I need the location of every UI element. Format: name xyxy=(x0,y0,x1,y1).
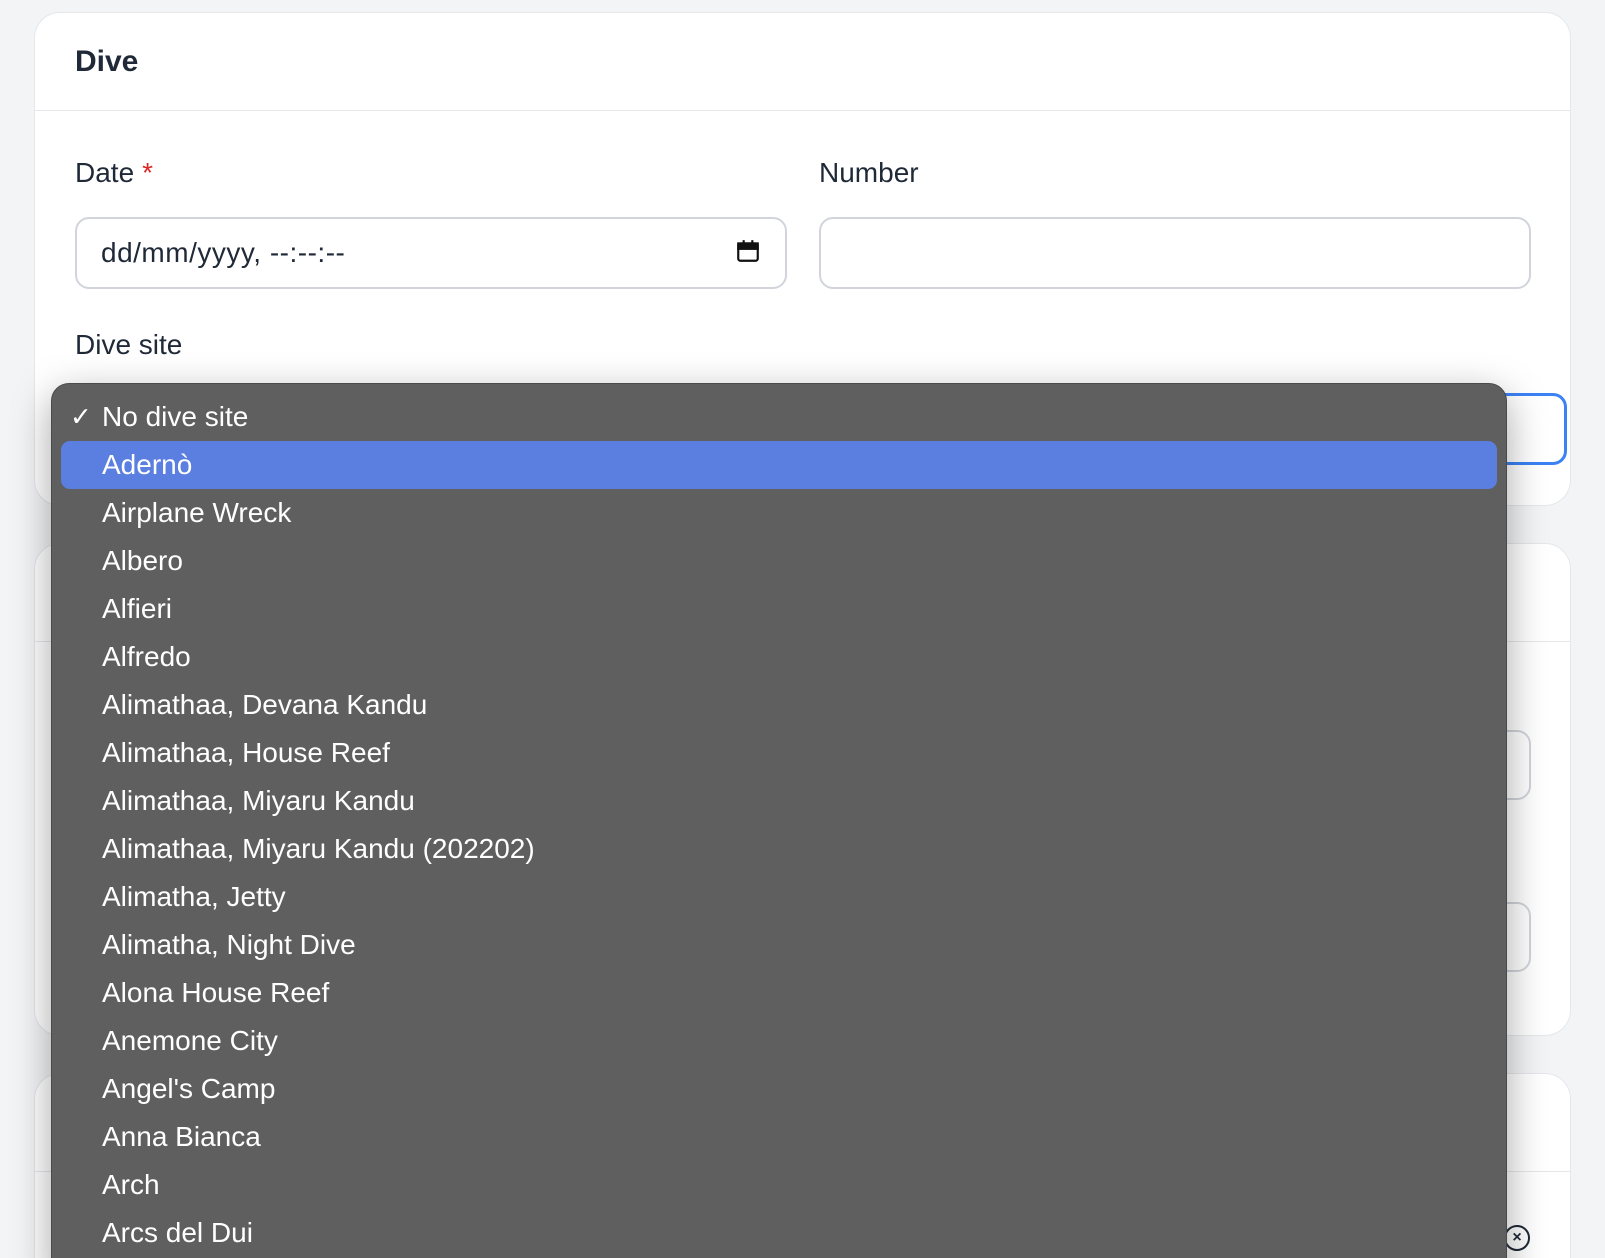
dropdown-option[interactable]: Alimatha, Jetty xyxy=(61,873,1497,921)
dropdown-option-label: Alimatha, Night Dive xyxy=(102,929,356,960)
dropdown-option[interactable]: Alimathaa, Devana Kandu xyxy=(61,681,1497,729)
dropdown-option-label: Alfieri xyxy=(102,593,173,624)
dropdown-option-label: Albero xyxy=(102,545,183,576)
dropdown-option-label: Anna Bianca xyxy=(102,1121,261,1152)
dropdown-option[interactable]: Anemone City xyxy=(61,1017,1497,1065)
dropdown-option[interactable]: Airplane Wreck xyxy=(61,489,1497,537)
dropdown-option[interactable]: Arch xyxy=(61,1161,1497,1209)
calendar-icon[interactable] xyxy=(735,238,761,269)
dropdown-option-label: Alimathaa, Devana Kandu xyxy=(102,689,428,720)
dropdown-option[interactable]: Arcs del Dui xyxy=(61,1209,1497,1257)
dropdown-option[interactable]: Alfieri xyxy=(61,585,1497,633)
dropdown-option[interactable]: Alimathaa, Miyaru Kandu (202202) xyxy=(61,825,1497,873)
dropdown-option-label: Adernò xyxy=(102,449,193,480)
date-input-value: dd/mm/yyyy, --:--:-- xyxy=(101,237,346,268)
date-label-text: Date xyxy=(75,157,135,188)
dropdown-option-label: Anemone City xyxy=(102,1025,278,1056)
dropdown-option[interactable]: ✓ No dive site xyxy=(61,393,1497,441)
dropdown-option[interactable]: Alona House Reef xyxy=(61,969,1497,1017)
dive-site-label: Dive site xyxy=(75,329,183,360)
date-input[interactable]: dd/mm/yyyy, --:--:-- xyxy=(75,217,787,289)
dropdown-option[interactable]: Angel's Camp xyxy=(61,1065,1497,1113)
dropdown-option-label: Arch xyxy=(102,1169,160,1200)
close-circle-icon[interactable]: × xyxy=(1504,1225,1530,1251)
page: Dive Date * Number dd/mm/yyyy, --:--:-- D… xyxy=(0,0,1605,1258)
dropdown-option[interactable]: Adernò xyxy=(61,441,1497,489)
dropdown-option-label: Airplane Wreck xyxy=(102,497,292,528)
dropdown-option-label: Arcs del Dui xyxy=(102,1217,253,1248)
card-header: Dive xyxy=(35,13,1570,111)
dropdown-option-label: Alimathaa, Miyaru Kandu (202202) xyxy=(102,833,535,864)
dropdown-option-label: Alimatha, Jetty xyxy=(102,881,286,912)
dropdown-option-label: Alfredo xyxy=(102,641,191,672)
number-label: Number xyxy=(819,157,919,188)
required-mark: * xyxy=(142,157,154,188)
date-label: Date * xyxy=(75,157,153,189)
dropdown-option-label: Alona House Reef xyxy=(102,977,330,1008)
dropdown-option-label: Angel's Camp xyxy=(102,1073,276,1104)
number-input[interactable] xyxy=(819,217,1531,289)
card-title: Dive xyxy=(75,44,139,78)
dropdown-option[interactable]: Albero xyxy=(61,537,1497,585)
dropdown-option[interactable]: Alimatha, Night Dive xyxy=(61,921,1497,969)
dive-site-dropdown: ✓ No dive site Adernò Airplane Wreck Albero A… xyxy=(51,383,1507,1258)
dropdown-option[interactable]: Alimathaa, House Reef xyxy=(61,729,1497,777)
dropdown-option[interactable]: Anna Bianca xyxy=(61,1113,1497,1161)
dropdown-option-label: Alimathaa, House Reef xyxy=(102,737,390,768)
dropdown-option[interactable]: Alfredo xyxy=(61,633,1497,681)
checkmark-icon: ✓ xyxy=(70,401,92,432)
dropdown-option-label: Alimathaa, Miyaru Kandu xyxy=(102,785,415,816)
dropdown-option-label: No dive site xyxy=(102,401,249,432)
dropdown-option[interactable]: Alimathaa, Miyaru Kandu xyxy=(61,777,1497,825)
